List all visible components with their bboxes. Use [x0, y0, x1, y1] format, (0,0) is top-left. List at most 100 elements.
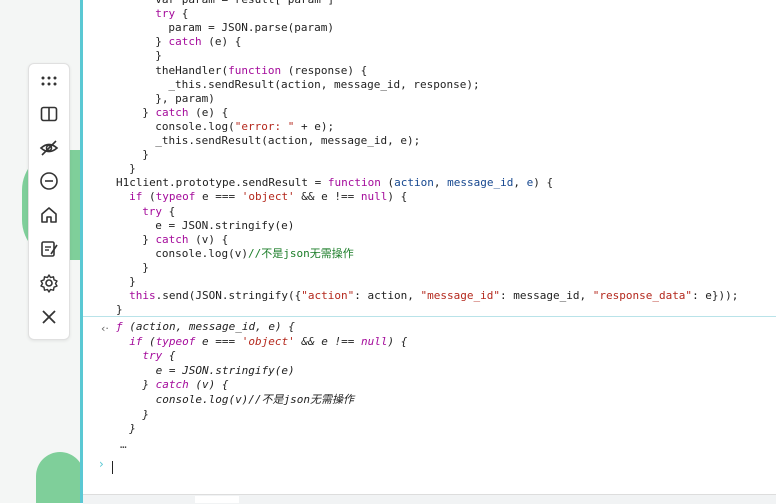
code-token: try — [142, 204, 163, 218]
result-line: try { — [142, 349, 175, 363]
code-line: var param = result["param"] — [155, 0, 334, 7]
minimize-icon[interactable] — [35, 167, 63, 195]
code-token: //不是json无需操作 — [248, 246, 354, 260]
code-token: + e); — [294, 119, 335, 133]
code-token: ( — [380, 176, 395, 190]
decorative-blob — [36, 452, 84, 503]
code-token: } — [129, 275, 136, 288]
code-token: : message_id, — [500, 289, 593, 303]
code-line: try { — [142, 205, 175, 219]
code-token: && e !== — [294, 190, 361, 204]
code-token: message_id — [447, 176, 514, 190]
code-line: } — [155, 49, 162, 63]
code-token: function — [228, 63, 282, 77]
code-line: theHandler(function (response) { — [155, 64, 367, 78]
code-token: } — [142, 378, 156, 392]
code-token: console.log(v)//不是json无需操作 — [155, 393, 355, 406]
console-prompt-icon: › — [99, 457, 104, 471]
code-token: e = JSON.stringify(e) — [155, 363, 295, 377]
code-token: ( — [142, 190, 156, 204]
result-line: e = JSON.stringify(e) — [156, 364, 295, 378]
close-icon[interactable] — [35, 303, 63, 331]
code-token: (action, message_id, e) { — [122, 320, 295, 333]
code-token: console.log(v) — [155, 246, 249, 260]
code-token: try — [155, 7, 176, 21]
code-token: if — [129, 190, 143, 204]
code-line: } catch (v) { — [142, 233, 228, 247]
code-token: ) { — [387, 190, 408, 204]
code-line: } — [142, 261, 149, 275]
devtools-console[interactable]: var param = result["param"]try {param = … — [80, 0, 776, 504]
edit-note-icon[interactable] — [35, 235, 63, 263]
code-token: this — [129, 289, 156, 303]
result-line: console.log(v)//不是json无需操作 — [156, 393, 354, 407]
code-token: .send(JSON.stringify({ — [155, 289, 302, 303]
code-token: H1client.prototype.sendResult = — [116, 176, 328, 190]
console-source-output: var param = result["param"]try {param = … — [83, 0, 776, 316]
code-token: catch — [168, 35, 202, 49]
code-token: { — [162, 204, 176, 218]
code-line: _this.sendResult(action, message_id, res… — [168, 78, 479, 92]
code-token: console.log( — [155, 119, 235, 133]
code-token: { — [162, 349, 176, 363]
code-token: typeof — [155, 190, 196, 204]
floating-toolbar — [28, 63, 70, 340]
code-token: "error: " — [234, 119, 295, 133]
code-token: { — [175, 7, 189, 21]
hide-icon[interactable] — [35, 134, 63, 162]
code-token: (e) { — [201, 35, 242, 49]
console-input-caret[interactable] — [112, 461, 113, 474]
console-divider — [83, 316, 776, 317]
result-line: } — [129, 422, 136, 436]
code-token: } — [142, 407, 150, 421]
code-token: typeof — [155, 334, 196, 348]
console-return-value[interactable]: ƒ (action, message_id, e) {if (typeof e … — [83, 318, 776, 458]
code-token: (response) { — [281, 63, 368, 77]
code-token: }, param) — [155, 91, 215, 105]
result-ellipsis[interactable]: … — [120, 438, 127, 451]
code-token: } — [129, 162, 136, 176]
code-line: if (typeof e === 'object' && e !== null)… — [129, 190, 407, 204]
code-token: "response_data" — [592, 289, 693, 303]
code-line: } — [129, 275, 136, 289]
split-view-icon[interactable] — [35, 100, 63, 128]
home-icon[interactable] — [35, 201, 63, 229]
code-token: function — [327, 176, 381, 190]
bottom-tab[interactable] — [195, 496, 239, 503]
code-token: e === — [195, 190, 242, 204]
code-token: , — [513, 176, 527, 190]
code-line: }, param) — [155, 92, 215, 106]
code-line: } — [129, 162, 136, 176]
code-token: 'object' — [241, 334, 295, 348]
code-line: console.log("error: " + e); — [155, 120, 334, 134]
code-token: e === — [195, 334, 242, 348]
code-token: catch — [155, 232, 189, 246]
code-line: param = JSON.parse(param) — [168, 21, 334, 35]
code-token: if — [129, 334, 143, 348]
code-token: catch — [155, 378, 189, 392]
code-token: ) { — [533, 176, 554, 190]
code-token: null — [361, 334, 388, 348]
code-token: _this.sendResult(action, message_id, res… — [168, 77, 480, 91]
settings-icon[interactable] — [35, 269, 63, 297]
code-token: && e !== — [294, 334, 362, 348]
code-line: this.send(JSON.stringify({"action": acti… — [129, 289, 738, 303]
code-token: ƒ — [116, 320, 123, 333]
code-token: } — [116, 303, 123, 317]
code-token: 'object' — [241, 190, 295, 204]
code-token: , — [433, 176, 448, 190]
code-token: catch — [155, 105, 189, 119]
code-token: (v) { — [188, 378, 229, 392]
code-token: "action" — [301, 289, 355, 303]
code-line: e = JSON.stringify(e) — [155, 219, 294, 233]
drag-handle-icon[interactable] — [35, 67, 63, 95]
result-line: ƒ (action, message_id, e) { — [116, 320, 295, 334]
code-token: theHandler( — [155, 63, 229, 77]
code-token: } — [142, 105, 156, 119]
code-token: _this.sendResult(action, message_id, e); — [155, 134, 421, 147]
code-token: } — [129, 422, 136, 436]
code-token: action — [394, 176, 434, 190]
code-token: : action, — [354, 289, 421, 303]
result-line: } catch (v) { — [142, 378, 228, 392]
code-line: H1client.prototype.sendResult = function… — [116, 176, 553, 190]
